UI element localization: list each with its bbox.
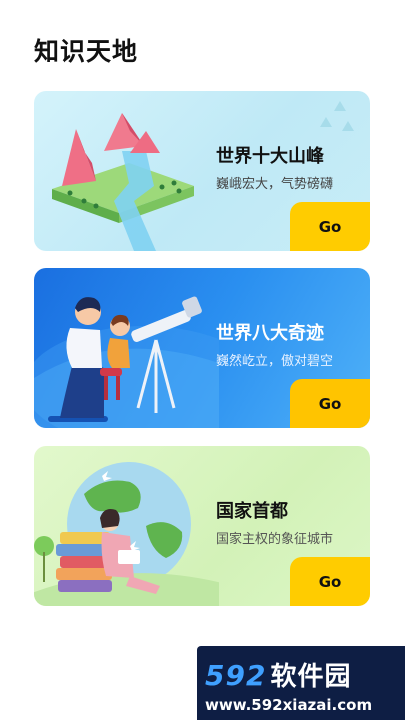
go-button[interactable]: Go [290, 379, 370, 428]
watermark-brand: 592 软件园 [205, 656, 351, 693]
tree-deco-icon [320, 101, 354, 131]
globe-reading-illustration [34, 462, 219, 606]
mountains-illustration [52, 113, 194, 251]
page-title: 知识天地 [34, 37, 139, 66]
card-wonders[interactable]: 世界八大奇迹 巍然屹立，傲对碧空 Go [34, 268, 370, 428]
watermark-logo: 592 软件园 www.592xiazai.com [197, 646, 405, 720]
watermark-name: 软件园 [270, 662, 352, 692]
go-button[interactable]: Go [290, 557, 370, 606]
watermark-number: 592 [205, 659, 267, 692]
card-subtitle: 巍然屹立，傲对碧空 [216, 354, 334, 369]
card-subtitle: 国家主权的象征城市 [216, 532, 334, 547]
telescope-illustration [34, 296, 219, 428]
card-subtitle: 巍峨宏大，气势磅礴 [216, 177, 334, 192]
card-capitals[interactable]: 国家首都 国家主权的象征城市 Go [34, 446, 370, 606]
card-title: 世界八大奇迹 [216, 323, 324, 344]
card-title: 世界十大山峰 [216, 146, 324, 167]
go-button[interactable]: Go [290, 202, 370, 251]
card-title: 国家首都 [216, 501, 288, 522]
card-mountains[interactable]: 世界十大山峰 巍峨宏大，气势磅礴 Go [34, 91, 370, 251]
watermark-url: www.592xiazai.com [205, 696, 373, 714]
